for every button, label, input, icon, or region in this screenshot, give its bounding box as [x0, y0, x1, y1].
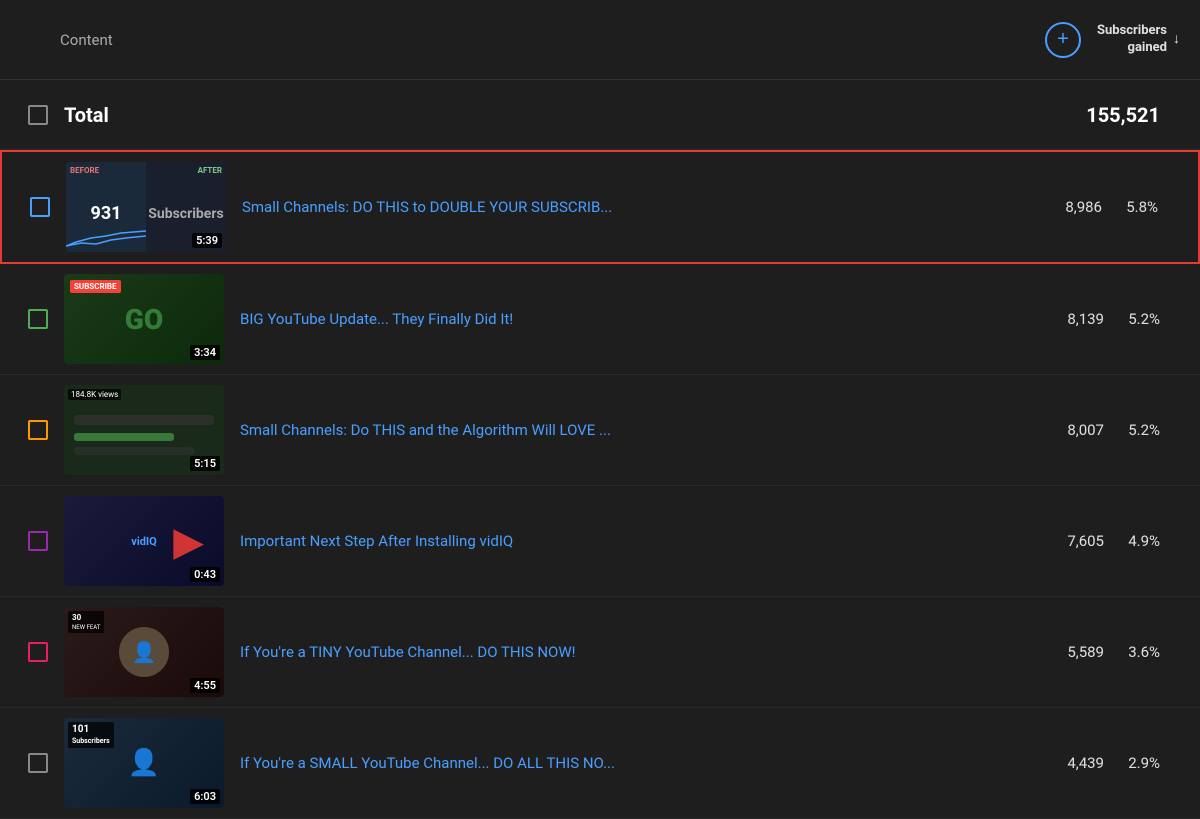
video-row-3[interactable]: 184.8K views 5:15 Small Channels: Do THIS…: [0, 375, 1200, 486]
thumbnail-area-4: vidIQ ▶ 0:43: [64, 496, 224, 586]
video-title-4[interactable]: Important Next Step After Installing vid…: [240, 532, 1040, 550]
total-label: Total: [56, 103, 980, 127]
row-checkbox-4[interactable]: [28, 531, 48, 551]
total-checkbox-area: [20, 105, 56, 125]
metric-percent-2: 5.2%: [1120, 310, 1180, 328]
video-row-2[interactable]: SUBSCRIBE GO 3:34 BIG YouTube Update... T…: [0, 264, 1200, 375]
checkbox-area-5: [20, 642, 56, 662]
checkbox-area-6: [20, 753, 56, 773]
metric-value-5: 5,589: [1040, 643, 1120, 661]
video-row-5[interactable]: 30NEW FEAT 👤 4:55 If You're a TINY YouTub…: [0, 597, 1200, 708]
thumbnail-area-5: 30NEW FEAT 👤 4:55: [64, 607, 224, 697]
metric-value-2: 8,139: [1040, 310, 1120, 328]
metric-value-1: 8,986: [1038, 198, 1118, 216]
checkbox-area-1: [22, 197, 58, 217]
metric-percent-3: 5.2%: [1120, 421, 1180, 439]
metric-value-6: 4,439: [1040, 754, 1120, 772]
video-rows-container: BEFORE 931 AFTER Subscribers 5:39 Small C…: [0, 150, 1200, 819]
total-row: Total 155,521: [0, 80, 1200, 150]
thumbnail-area-3: 184.8K views 5:15: [64, 385, 224, 475]
subscribers-gained-column-header[interactable]: Subscribers gained ↓: [1097, 23, 1180, 57]
video-title-1[interactable]: Small Channels: DO THIS to DOUBLE YOUR S…: [242, 198, 1038, 216]
metric-percent-1: 5.8%: [1118, 198, 1178, 216]
thumbnail-area-6: 101Subscribers 👤 6:03: [64, 718, 224, 808]
row-checkbox-6[interactable]: [28, 753, 48, 773]
right-header: + Subscribers gained ↓: [880, 22, 1180, 58]
row-checkbox-1[interactable]: [30, 197, 50, 217]
add-column-button[interactable]: +: [1045, 22, 1081, 58]
table-header: Content + Subscribers gained ↓: [0, 0, 1200, 80]
metric-percent-5: 3.6%: [1120, 643, 1180, 661]
video-row-1[interactable]: BEFORE 931 AFTER Subscribers 5:39 Small C…: [0, 150, 1200, 264]
video-title-3[interactable]: Small Channels: Do THIS and the Algorith…: [240, 421, 1040, 439]
metric-value-4: 7,605: [1040, 532, 1120, 550]
checkbox-area-4: [20, 531, 56, 551]
total-checkbox[interactable]: [28, 105, 48, 125]
content-column-header: Content: [20, 31, 880, 49]
metric-percent-4: 4.9%: [1120, 532, 1180, 550]
video-title-5[interactable]: If You're a TINY YouTube Channel... DO T…: [240, 643, 1040, 661]
video-title-2[interactable]: BIG YouTube Update... They Finally Did I…: [240, 310, 1040, 328]
thumbnail-area-1: BEFORE 931 AFTER Subscribers 5:39: [66, 162, 226, 252]
row-checkbox-3[interactable]: [28, 420, 48, 440]
sort-arrow-icon: ↓: [1173, 30, 1180, 48]
video-row-6[interactable]: 101Subscribers 👤 6:03 If You're a SMALL Y…: [0, 708, 1200, 819]
row-checkbox-2[interactable]: [28, 309, 48, 329]
column-label: Subscribers gained: [1097, 23, 1167, 57]
metric-percent-6: 2.9%: [1120, 754, 1180, 772]
checkbox-area-3: [20, 420, 56, 440]
video-title-6[interactable]: If You're a SMALL YouTube Channel... DO …: [240, 754, 1040, 772]
total-value: 155,521: [980, 103, 1180, 127]
metric-value-3: 8,007: [1040, 421, 1120, 439]
row-checkbox-5[interactable]: [28, 642, 48, 662]
checkbox-area-2: [20, 309, 56, 329]
video-row-4[interactable]: vidIQ ▶ 0:43 Important Next Step After In…: [0, 486, 1200, 597]
thumbnail-area-2: SUBSCRIBE GO 3:34: [64, 274, 224, 364]
